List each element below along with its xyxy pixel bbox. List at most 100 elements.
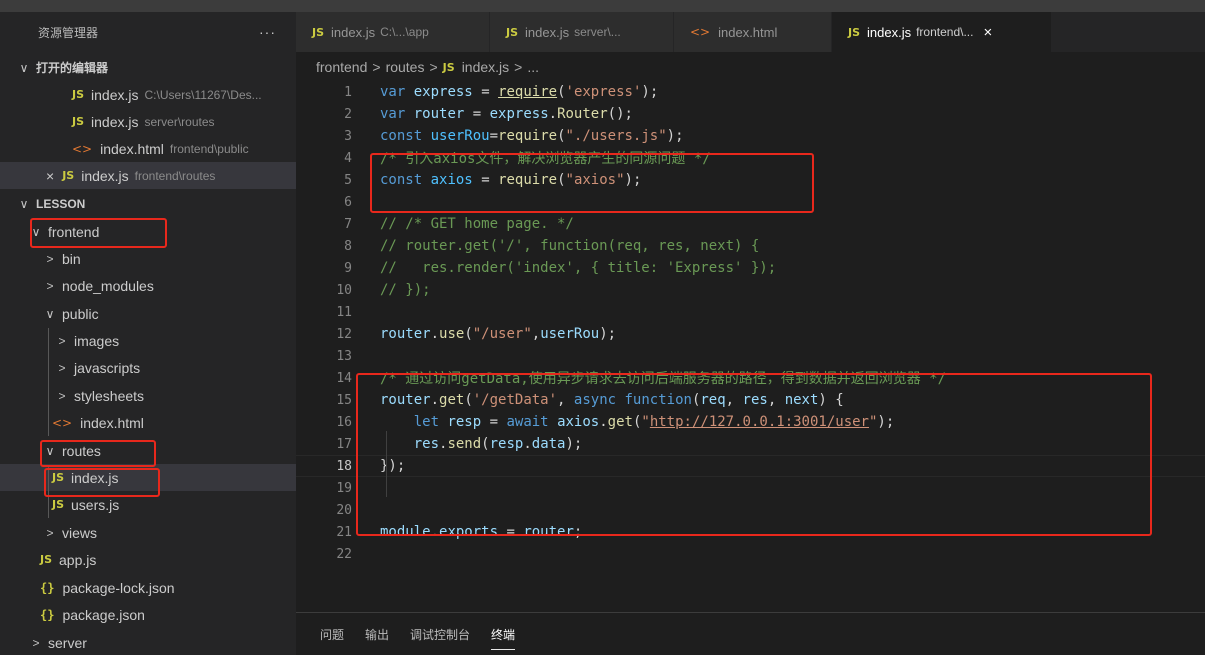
workspace-section[interactable]: ∨ LESSON <box>0 190 296 217</box>
code-line: 6 <box>344 194 352 210</box>
tab-index-js-server[interactable]: JS index.js server\... <box>490 12 674 52</box>
breadcrumb-separator-icon: > <box>429 59 438 75</box>
folder-frontend[interactable]: ∨ frontend <box>0 218 296 245</box>
explorer-title: 资源管理器 <box>38 25 99 40</box>
close-tab-icon[interactable]: × <box>983 24 992 41</box>
html-file-icon: <> <box>52 415 73 430</box>
title-bar-strip <box>0 0 1205 12</box>
folder-images[interactable]: > images <box>0 327 296 354</box>
code-indent-guide <box>386 431 387 497</box>
code-line: 4/* 引入axios文件，解决浏览器产生的同源问题 */ <box>344 150 711 168</box>
folder-routes[interactable]: ∨ routes <box>0 437 296 464</box>
code-line: 2 var router = express.Router(); <box>344 106 633 122</box>
breadcrumb-routes[interactable]: routes <box>386 59 425 75</box>
code-line: 10// }); <box>336 282 431 298</box>
code-line: 16 let resp = await axios.get("http://12… <box>336 414 895 430</box>
file-package-json[interactable]: {} package.json <box>0 601 296 628</box>
chevron-down-icon: ∨ <box>45 306 55 321</box>
code-line: 17 res.send(resp.data); <box>336 436 583 452</box>
chevron-right-icon: > <box>46 278 54 293</box>
chevron-down-icon: ∨ <box>45 443 55 458</box>
folder-stylesheets[interactable]: > stylesheets <box>0 382 296 409</box>
open-editor-item[interactable]: JS index.js C:\Users\11267\Des... <box>0 81 296 108</box>
explorer-sidebar: 资源管理器 ··· ∨ 打开的编辑器 JS index.js C:\Users\… <box>0 12 296 655</box>
code-line: 5 const axios = require("axios"); <box>344 172 642 188</box>
tab-index-html[interactable]: <> index.html <box>674 12 832 52</box>
folder-node-modules[interactable]: > node_modules <box>0 272 296 299</box>
panel-tab-problems[interactable]: 问题 <box>320 613 344 655</box>
folder-server[interactable]: > server <box>0 629 296 655</box>
folder-public[interactable]: ∨ public <box>0 300 296 327</box>
js-file-icon: JS <box>848 25 861 39</box>
chevron-right-icon: > <box>58 388 66 403</box>
folder-javascripts[interactable]: > javascripts <box>0 354 296 381</box>
panel-tab-debug-console[interactable]: 调试控制台 <box>410 613 470 655</box>
code-line: 8// router.get('/', function(req, res, n… <box>344 238 760 254</box>
workspace-label: LESSON <box>36 196 86 211</box>
code-line: 13 <box>336 348 352 364</box>
js-file-icon: JS <box>52 498 65 511</box>
code-line: 14/* 通过访问getData,使用异步请求去访问后端服务器的路径，得到数据并… <box>336 370 946 388</box>
bottom-panel: 问题 输出 调试控制台 终端 <box>296 612 1205 655</box>
folder-views[interactable]: > views <box>0 519 296 546</box>
code-line: 9// res.render('index', { title: 'Expres… <box>344 260 777 276</box>
editor-tab-bar: JS index.js C:\...\app JS index.js serve… <box>296 12 1205 52</box>
js-file-icon: JS <box>442 60 455 74</box>
js-file-icon: JS <box>312 25 325 39</box>
open-editor-item-active[interactable]: × JS index.js frontend\routes <box>0 162 296 189</box>
chevron-down-icon: ∨ <box>31 224 41 239</box>
code-line: 11 <box>336 304 352 320</box>
html-file-icon: <> <box>690 25 711 39</box>
code-line: 15 router.get('/getData', async function(… <box>336 392 844 408</box>
file-app-js[interactable]: JS app.js <box>0 546 296 573</box>
tab-index-js-frontend[interactable]: JS index.js frontend\... × <box>832 12 1052 52</box>
breadcrumb-separator-icon: > <box>372 59 381 75</box>
chevron-right-icon: > <box>46 525 54 540</box>
open-editors-label: 打开的编辑器 <box>36 61 109 75</box>
panel-tab-terminal[interactable]: 终端 <box>491 613 516 655</box>
code-line: 22 <box>336 546 352 562</box>
js-file-icon: JS <box>40 553 53 566</box>
panel-tab-output[interactable]: 输出 <box>365 613 389 655</box>
html-file-icon: <> <box>72 141 93 156</box>
chevron-down-icon: ∨ <box>19 196 29 211</box>
open-editor-item[interactable]: <> index.html frontend\public <box>0 135 296 162</box>
code-line: 1 var express = require('express'); <box>344 84 659 100</box>
json-file-icon: {} <box>40 580 55 595</box>
open-editors-section[interactable]: ∨ 打开的编辑器 <box>0 54 296 81</box>
breadcrumb-index-js[interactable]: index.js <box>462 59 509 75</box>
js-file-icon: JS <box>72 88 85 101</box>
chevron-right-icon: > <box>58 360 66 375</box>
code-line: 20 <box>336 502 352 518</box>
js-file-icon: JS <box>62 169 75 182</box>
explorer-header: 资源管理器 ··· <box>0 12 296 52</box>
breadcrumb-frontend[interactable]: frontend <box>316 59 367 75</box>
code-line: 12 router.use("/user",userRou); <box>336 326 617 342</box>
code-line: 7// /* GET home page. */ <box>344 216 574 232</box>
code-line-current: 18}); <box>296 455 1205 477</box>
tree-indent-guide <box>48 465 49 518</box>
js-file-icon: JS <box>52 471 65 484</box>
breadcrumb: frontend > routes > JS index.js > ... <box>316 56 539 78</box>
chevron-right-icon: > <box>46 251 54 266</box>
more-actions-icon[interactable]: ··· <box>259 24 276 40</box>
open-editor-item[interactable]: JS index.js server\routes <box>0 108 296 135</box>
json-file-icon: {} <box>40 607 55 622</box>
tree-indent-guide <box>48 328 49 436</box>
breadcrumb-separator-icon: > <box>514 59 523 75</box>
code-line: 21 module.exports = router; <box>336 524 583 540</box>
breadcrumb-symbol[interactable]: ... <box>527 59 539 75</box>
folder-bin[interactable]: > bin <box>0 245 296 272</box>
code-line: 19 <box>336 480 352 496</box>
close-icon[interactable]: × <box>46 168 54 184</box>
js-file-icon: JS <box>72 115 85 128</box>
file-index-html[interactable]: <> index.html <box>0 409 296 436</box>
tab-index-js-app[interactable]: JS index.js C:\...\app <box>296 12 490 52</box>
js-file-icon: JS <box>506 25 519 39</box>
file-users-js[interactable]: JS users.js <box>0 491 296 518</box>
code-line: 3 const userRou=require("./users.js"); <box>344 128 684 144</box>
file-package-lock-json[interactable]: {} package-lock.json <box>0 574 296 601</box>
file-index-js[interactable]: JS index.js <box>0 464 296 491</box>
chevron-right-icon: > <box>32 635 40 650</box>
chevron-down-icon: ∨ <box>19 60 29 75</box>
